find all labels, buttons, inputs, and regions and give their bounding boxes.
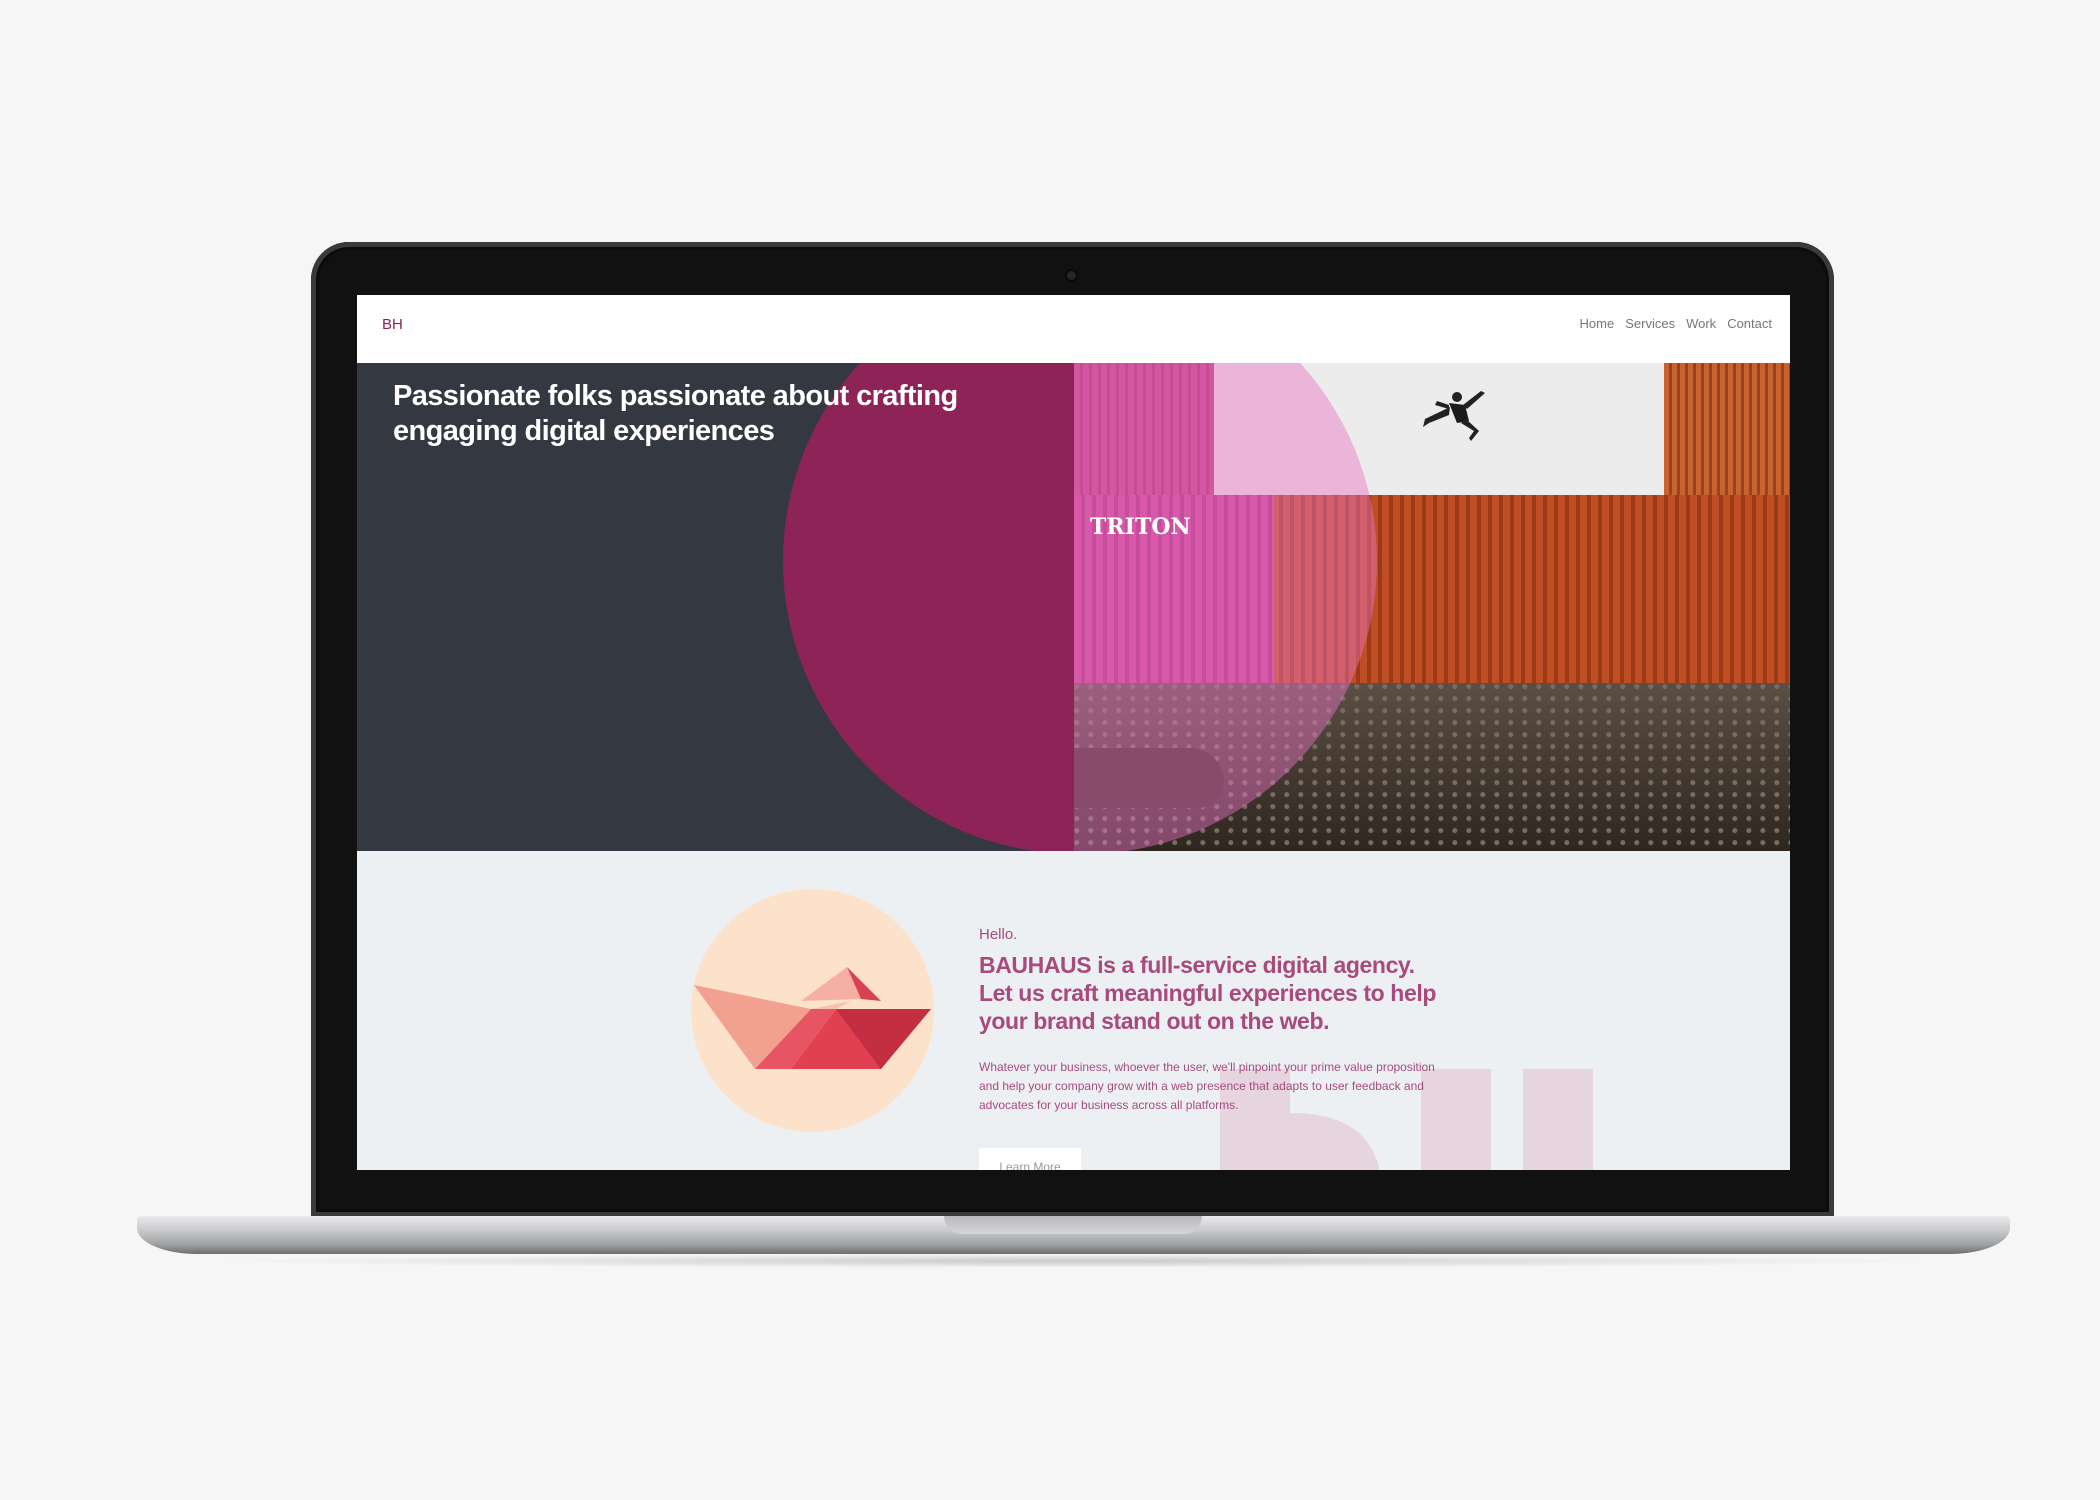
about-section: Hello. BAUHAUS is a full-service digital… [357, 851, 1790, 1170]
site-logo[interactable]: BH [382, 316, 403, 333]
hero-title-line-1: Passionate folks passionate about crafti… [393, 380, 958, 412]
container-lettering: TRITON [1090, 515, 1191, 540]
nav-menu: Home Services Work Contact [1580, 316, 1772, 331]
container-stack [1664, 363, 1790, 495]
hero-title: Passionate folks passionate about crafti… [393, 379, 993, 449]
paper-boat-icon [694, 967, 931, 1069]
webcam-icon [1067, 271, 1076, 280]
hero-section: TRITON Passionate folks passionate about… [357, 363, 1790, 851]
laptop-opening-notch [944, 1216, 1202, 1234]
top-navbar: BH Home Services Work Contact [357, 295, 1790, 363]
nav-home[interactable]: Home [1580, 316, 1615, 331]
nav-work[interactable]: Work [1686, 316, 1716, 331]
hero-title-line-2: engaging digital experiences [393, 415, 775, 447]
jumping-person-icon [1423, 391, 1485, 441]
hero-photo-containers: TRITON [1074, 363, 1790, 851]
about-body-text: Whatever your business, whoever the user… [979, 1060, 1435, 1112]
website-screen: BH Home Services Work Contact TRITON [357, 295, 1790, 1170]
nav-services[interactable]: Services [1625, 316, 1675, 331]
greeting-text: Hello. [979, 926, 1018, 943]
learn-more-button[interactable]: Learn More [979, 1148, 1081, 1170]
about-heading: BAUHAUS is a full-service digital agency… [979, 952, 1436, 1034]
nav-contact[interactable]: Contact [1727, 316, 1772, 331]
